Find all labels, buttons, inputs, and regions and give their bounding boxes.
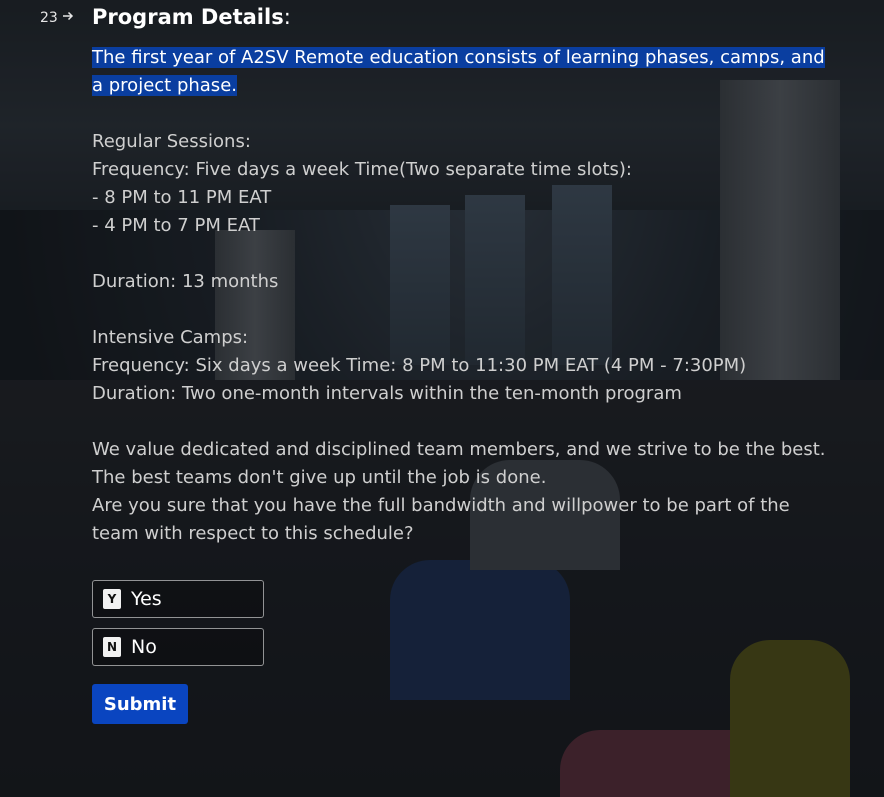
description-line: - 8 PM to 11 PM EAT	[92, 187, 272, 208]
description-line: Regular Sessions:	[92, 131, 251, 152]
description-line: - 4 PM to 7 PM EAT	[92, 215, 260, 236]
question-title-suffix: :	[283, 5, 291, 29]
question-title-text: Program Details	[92, 5, 284, 29]
question-number-text: 23	[40, 10, 58, 26]
choice-label: No	[131, 636, 157, 658]
description-line: Duration: 13 months	[92, 271, 279, 292]
description-line: We value dedicated and disciplined team …	[92, 439, 826, 460]
choice-yes[interactable]: Y Yes	[92, 580, 264, 618]
choice-key-badge: N	[103, 637, 121, 657]
question-form: 23 Program Details: The first year of A2…	[0, 0, 884, 797]
choice-no[interactable]: N No	[92, 628, 264, 666]
description-line: Frequency: Six days a week Time: 8 PM to…	[92, 355, 747, 376]
description-line: The best teams don't give up until the j…	[92, 467, 547, 488]
description-line: Are you sure that you have the full band…	[92, 495, 790, 516]
arrow-right-icon	[62, 10, 74, 26]
question-description: The first year of A2SV Remote education …	[92, 44, 832, 548]
question-number: 23	[40, 10, 74, 26]
description-line: team with respect to this schedule?	[92, 523, 414, 544]
description-line: Intensive Camps:	[92, 327, 249, 348]
choice-key-badge: Y	[103, 589, 121, 609]
submit-button[interactable]: Submit	[92, 684, 188, 724]
highlighted-text: a project phase.	[92, 75, 237, 96]
choice-label: Yes	[131, 588, 162, 610]
highlighted-text: The first year of A2SV Remote education …	[92, 47, 825, 68]
description-line: Duration: Two one-month intervals within…	[92, 383, 682, 404]
description-line: Frequency: Five days a week Time(Two sep…	[92, 159, 632, 180]
question-title: Program Details:	[92, 5, 291, 29]
